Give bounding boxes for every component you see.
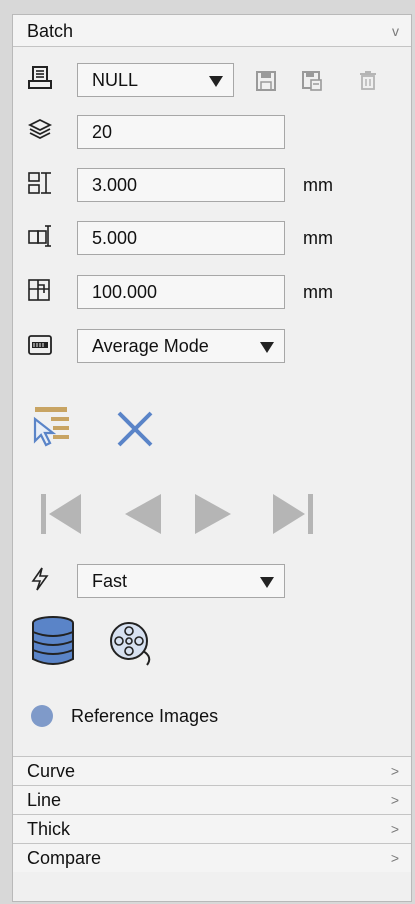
- delete-icon[interactable]: [357, 69, 379, 91]
- layers-icon: [27, 118, 53, 140]
- mode-select[interactable]: Average Mode: [77, 329, 285, 363]
- mode-row: Average Mode: [13, 325, 411, 363]
- reference-radio[interactable]: [31, 705, 53, 727]
- batch-section-title: Batch: [27, 21, 74, 41]
- scan-mode-icon: [28, 335, 52, 355]
- layers-row: 20: [13, 111, 411, 149]
- speed-row: Fast: [13, 560, 411, 598]
- previous-frame-icon[interactable]: [117, 490, 165, 538]
- batch-panel: Batch v NULL 20 3.000 mm 5.000 mm 100.00…: [12, 14, 412, 902]
- layers-input[interactable]: 20: [77, 115, 285, 149]
- reference-images-label: Reference Images: [71, 706, 219, 726]
- printer-row: NULL: [13, 59, 411, 97]
- speed-select[interactable]: Fast: [77, 564, 285, 598]
- spacing-x-row: 3.000 mm: [13, 164, 411, 202]
- section-line-label: Line: [27, 790, 62, 810]
- next-frame-icon[interactable]: [191, 490, 239, 538]
- spacing-y-input[interactable]: 5.000: [77, 221, 285, 255]
- last-frame-icon[interactable]: [269, 490, 317, 538]
- spacing-x-input[interactable]: 3.000: [77, 168, 285, 202]
- section-curve[interactable]: Curve >: [13, 756, 411, 785]
- area-input[interactable]: 100.000: [77, 275, 285, 309]
- section-compare[interactable]: Compare >: [13, 843, 411, 872]
- chevron-right-icon[interactable]: >: [391, 786, 399, 814]
- printer-select[interactable]: NULL: [77, 63, 234, 97]
- printer-stack-icon: [28, 66, 52, 89]
- section-line[interactable]: Line >: [13, 785, 411, 814]
- film-reel-icon[interactable]: [109, 619, 157, 667]
- database-icon[interactable]: [29, 615, 77, 667]
- area-unit: mm: [303, 282, 333, 302]
- section-thick-label: Thick: [27, 819, 71, 839]
- first-frame-icon[interactable]: [37, 490, 85, 538]
- batch-section-header[interactable]: Batch v: [13, 15, 411, 47]
- vertical-spacing-icon: [28, 225, 51, 247]
- reference-images-row[interactable]: Reference Images: [13, 702, 411, 740]
- section-curve-label: Curve: [27, 761, 76, 781]
- chevron-right-icon[interactable]: >: [391, 757, 399, 785]
- section-compare-label: Compare: [27, 848, 102, 868]
- grid-area-icon: [28, 279, 50, 301]
- horizontal-spacing-icon: [28, 172, 51, 194]
- select-list-icon[interactable]: [31, 403, 75, 447]
- lightning-icon: [31, 567, 49, 591]
- spacing-x-unit: mm: [303, 175, 333, 195]
- chevron-right-icon[interactable]: >: [391, 844, 399, 872]
- clear-x-icon[interactable]: [115, 409, 155, 449]
- section-thick[interactable]: Thick >: [13, 814, 411, 843]
- chevron-down-icon[interactable]: v: [392, 15, 399, 47]
- save-as-icon[interactable]: [301, 70, 323, 92]
- area-row: 100.000 mm: [13, 271, 411, 309]
- spacing-y-row: 5.000 mm: [13, 217, 411, 255]
- chevron-right-icon[interactable]: >: [391, 815, 399, 843]
- spacing-y-unit: mm: [303, 228, 333, 248]
- save-icon[interactable]: [255, 70, 277, 92]
